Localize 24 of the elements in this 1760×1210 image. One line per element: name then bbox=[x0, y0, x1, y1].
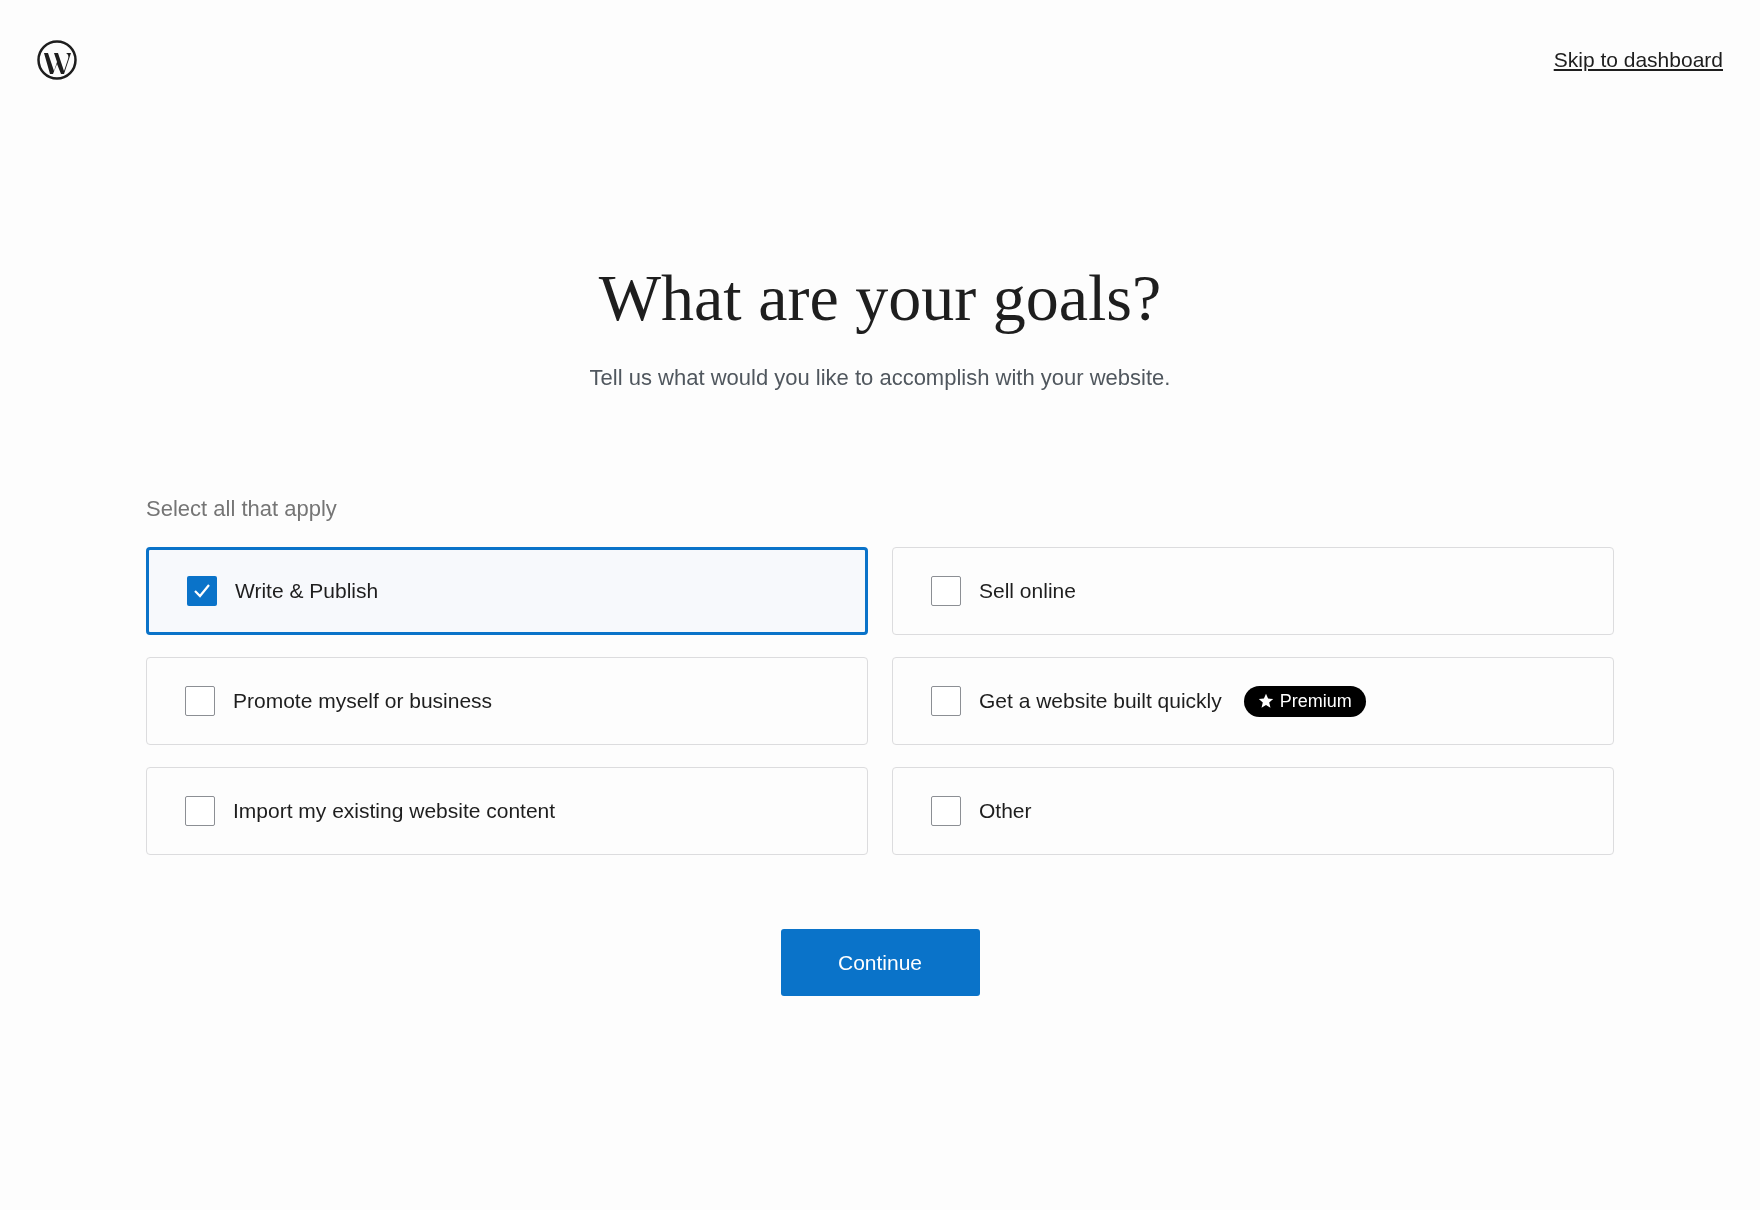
checkbox[interactable] bbox=[931, 796, 961, 826]
goal-label: Other bbox=[979, 798, 1032, 825]
goal-option[interactable]: Import my existing website content bbox=[146, 767, 868, 855]
goal-label: Sell online bbox=[979, 578, 1076, 605]
goal-label: Promote myself or business bbox=[233, 688, 493, 715]
goal-option[interactable]: Sell online bbox=[892, 547, 1614, 635]
page-subtitle: Tell us what would you like to accomplish with your website. bbox=[589, 364, 1171, 392]
goal-label: Get a website built quickly bbox=[979, 688, 1222, 715]
goal-label: Write & Publish bbox=[235, 578, 379, 605]
goal-option[interactable]: Get a website built quickly Premium bbox=[892, 657, 1614, 745]
badge-label: Premium bbox=[1279, 689, 1352, 713]
skip-to-dashboard-link[interactable]: Skip to dashboard bbox=[1553, 44, 1723, 76]
goal-label: Import my existing website content bbox=[233, 798, 556, 825]
select-hint: Select all that apply bbox=[146, 495, 337, 523]
checkbox[interactable] bbox=[185, 686, 215, 716]
checkbox[interactable] bbox=[185, 796, 215, 826]
goal-option[interactable]: Promote myself or business bbox=[146, 657, 868, 745]
checkbox[interactable] bbox=[931, 576, 961, 606]
continue-button[interactable]: Continue bbox=[780, 929, 980, 996]
checkbox[interactable] bbox=[187, 576, 217, 606]
wordpress-logo-icon bbox=[37, 40, 77, 80]
star-icon bbox=[1257, 693, 1274, 709]
checkbox[interactable] bbox=[931, 686, 961, 716]
goal-option[interactable]: Other bbox=[892, 767, 1614, 855]
